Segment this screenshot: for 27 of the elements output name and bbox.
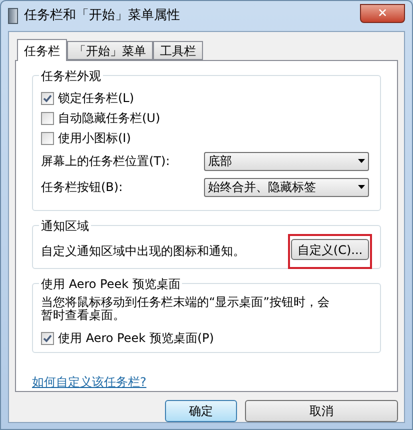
taskbar-icon <box>8 8 18 24</box>
tab[interactable]: 任务栏 <box>17 39 67 61</box>
group-title: 任务栏外观 <box>39 67 103 85</box>
dropdown[interactable]: 底部 <box>204 152 369 170</box>
customize-button[interactable]: 自定义(C)... <box>291 239 369 260</box>
group-title: 使用 Aero Peek 预览桌面 <box>39 275 182 293</box>
help-link[interactable]: 如何自定义该任务栏? <box>32 373 146 391</box>
field-label: 任务栏按钮(B): <box>41 179 124 196</box>
caret-icon <box>358 185 365 189</box>
tab[interactable]: 工具栏 <box>153 41 203 60</box>
dropdown[interactable]: 始终合并、隐藏标签 <box>204 178 369 196</box>
dialog-button[interactable]: 取消 <box>245 400 398 422</box>
description-text: 自定义通知区域中出现的图标和通知。 <box>41 243 245 260</box>
checkbox-label[interactable]: 锁定任务栏(L) <box>58 89 134 107</box>
checkbox[interactable] <box>41 132 54 144</box>
description-text: 当您将鼠标移动到任务栏末端的“显示桌面”按钮时，会暂时查看桌面。 <box>41 296 330 322</box>
field-label: 屏幕上的任务栏位置(T): <box>41 153 171 170</box>
checkbox-label[interactable]: 自动隐藏任务栏(U) <box>58 109 160 127</box>
caret-icon <box>358 159 365 163</box>
checkbox[interactable] <box>41 92 54 104</box>
checkbox-label[interactable]: 使用 Aero Peek 预览桌面(P) <box>58 329 214 347</box>
dialog-button[interactable]: 确定 <box>165 400 237 422</box>
checkbox[interactable] <box>41 112 54 124</box>
window-title: 任务栏和「开始」菜单属性 <box>24 7 181 26</box>
checkbox-label[interactable]: 使用小图标(I) <box>58 129 131 147</box>
tab[interactable]: 「开始」菜单 <box>67 41 153 60</box>
checkbox[interactable] <box>41 332 54 344</box>
